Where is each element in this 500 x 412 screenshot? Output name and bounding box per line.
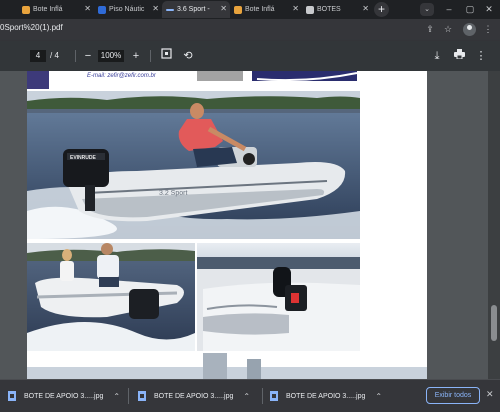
toolbar-divider bbox=[150, 50, 151, 62]
bookmark-star-icon[interactable]: ☆ bbox=[441, 22, 455, 37]
download-item[interactable]: BOTE DE APOIO 3.....jpg ⌃ bbox=[138, 380, 250, 412]
tab-strip: Bote Inflá ✕ Piso Náutic ✕ 3.6 Sport - ✕… bbox=[0, 0, 500, 19]
boat-favicon-icon bbox=[234, 5, 242, 14]
tab-close-icon[interactable]: ✕ bbox=[362, 4, 369, 14]
chevron-up-icon[interactable]: ⌃ bbox=[113, 392, 120, 401]
pdf-toolbar: 4 / 4 − 100% + ⟲ ⤓ ⋮ bbox=[0, 41, 500, 71]
store-favicon-icon bbox=[306, 5, 314, 14]
chevron-up-icon[interactable]: ⌃ bbox=[243, 392, 250, 401]
tab-bote-inflavel-1[interactable]: Bote Inflá ✕ bbox=[18, 1, 94, 18]
tab-piso-nautico[interactable]: Piso Náutic ✕ bbox=[94, 1, 162, 18]
address-bar: 0Sport%20(1).pdf ⇪ ☆ ⋮ bbox=[0, 19, 500, 41]
image-file-icon bbox=[270, 391, 278, 401]
menu-kebab-icon[interactable]: ⋮ bbox=[481, 22, 495, 37]
tab-search-chevron-icon[interactable]: ⌄ bbox=[420, 3, 434, 16]
tab-label: Piso Náutic bbox=[109, 6, 145, 13]
hull-text: 3.2 Sport bbox=[159, 190, 187, 197]
download-filename: BOTE DE APOIO 3.....jpg bbox=[286, 392, 366, 400]
chevron-up-icon[interactable]: ⌃ bbox=[375, 392, 382, 401]
boat-favicon-icon bbox=[22, 5, 30, 14]
page-count: / 4 bbox=[50, 51, 59, 60]
download-divider bbox=[262, 388, 263, 404]
window-close-icon[interactable]: ✕ bbox=[478, 0, 500, 19]
new-tab-button[interactable]: + bbox=[374, 2, 389, 17]
tab-bote-inflavel-2[interactable]: Bote Inflá ✕ bbox=[230, 1, 302, 18]
download-item[interactable]: BOTE DE APOIO 3.....jpg ⌃ bbox=[8, 380, 120, 412]
tab-close-icon[interactable]: ✕ bbox=[220, 4, 227, 14]
pdf-more-icon[interactable]: ⋮ bbox=[473, 48, 489, 64]
tab-3-6-sport[interactable]: 3.6 Sport - ✕ bbox=[162, 1, 230, 18]
minimize-icon[interactable]: – bbox=[438, 0, 460, 19]
url-text[interactable]: 0Sport%20(1).pdf bbox=[0, 23, 63, 32]
page-number-input[interactable]: 4 bbox=[30, 50, 46, 62]
tab-label: BOTES bbox=[317, 6, 341, 13]
download-filename: BOTE DE APOIO 3.....jpg bbox=[24, 392, 104, 400]
image-file-icon bbox=[8, 391, 16, 401]
zoom-level-input[interactable]: 100% bbox=[98, 50, 124, 62]
download-filename: BOTE DE APOIO 3.....jpg bbox=[154, 392, 234, 400]
fit-page-icon[interactable] bbox=[158, 48, 174, 64]
tab-close-icon[interactable]: ✕ bbox=[292, 4, 299, 14]
share-icon[interactable]: ⇪ bbox=[423, 22, 437, 37]
show-all-downloads-button[interactable]: Exibir todos bbox=[426, 387, 480, 404]
scrollbar-thumb[interactable] bbox=[491, 305, 497, 341]
tab-close-icon[interactable]: ✕ bbox=[84, 4, 91, 14]
print-icon[interactable] bbox=[451, 48, 467, 64]
close-download-bar-icon[interactable]: ✕ bbox=[486, 389, 494, 400]
tab-close-icon[interactable]: ✕ bbox=[152, 4, 159, 14]
tab-botes[interactable]: BOTES ✕ bbox=[302, 1, 372, 18]
site-favicon-icon bbox=[98, 5, 106, 14]
tab-label: 3.6 Sport - bbox=[177, 6, 210, 13]
download-icon[interactable]: ⤓ bbox=[429, 48, 445, 64]
brochure-photos: 3.2 Sport EVINRUDE bbox=[27, 71, 427, 379]
zoom-in-icon[interactable]: + bbox=[128, 48, 144, 64]
download-divider bbox=[128, 388, 129, 404]
pdf-page: 3.2 Sport EVINRUDE E-mail: zefir@zefir.c… bbox=[27, 71, 427, 379]
pdf-favicon-icon bbox=[166, 8, 174, 11]
zoom-out-icon[interactable]: − bbox=[80, 48, 96, 64]
tab-label: Bote Inflá bbox=[245, 6, 275, 13]
contact-email: E-mail: zefir@zefir.com.br bbox=[87, 73, 156, 79]
outboard-brand-text: EVINRUDE bbox=[70, 155, 97, 161]
image-file-icon bbox=[138, 391, 146, 401]
profile-avatar-icon[interactable] bbox=[463, 23, 476, 36]
rotate-icon[interactable]: ⟲ bbox=[180, 48, 196, 64]
download-item[interactable]: BOTE DE APOIO 3.....jpg ⌃ bbox=[270, 380, 382, 412]
toolbar-divider bbox=[75, 50, 76, 62]
download-bar: BOTE DE APOIO 3.....jpg ⌃ BOTE DE APOIO … bbox=[0, 379, 500, 412]
tab-label: Bote Inflá bbox=[33, 6, 63, 13]
